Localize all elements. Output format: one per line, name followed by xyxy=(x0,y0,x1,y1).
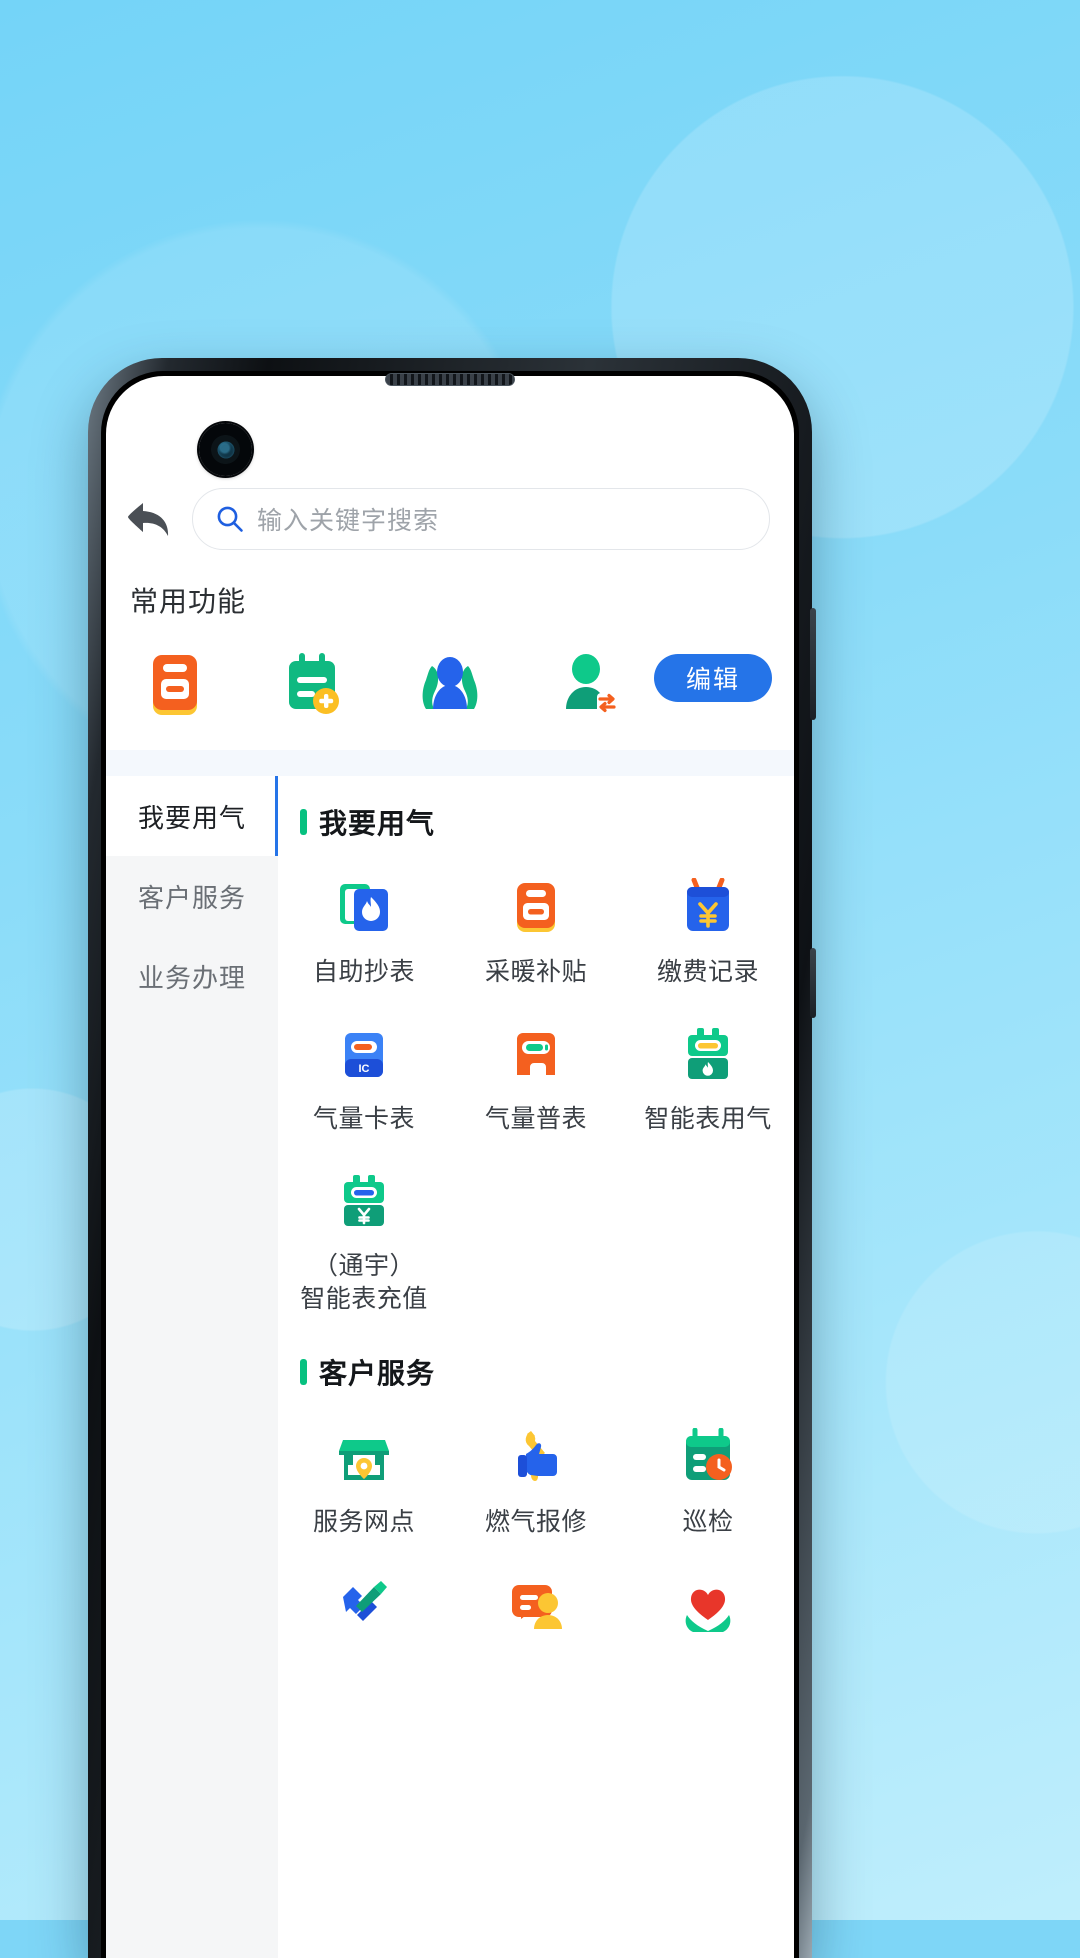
wrench-thumb-icon xyxy=(517,1431,557,1481)
message-user-icon xyxy=(511,1585,562,1629)
grid-spacer xyxy=(622,1146,794,1326)
back-arrow-icon xyxy=(128,503,169,536)
grid-item-label: 巡检 xyxy=(682,1508,734,1536)
section-marker-bar xyxy=(300,809,307,835)
quick-item-transfer[interactable] xyxy=(519,651,657,721)
grid-item-self-meter-reading[interactable]: 自助抄表 xyxy=(278,852,450,999)
section-header-gas: 我要用气 xyxy=(278,776,794,848)
grid-item-label: 服务网点 xyxy=(312,1508,415,1536)
shop-location-icon xyxy=(338,1440,389,1480)
section-divider-band xyxy=(106,750,794,776)
grid-item-care[interactable] xyxy=(622,1549,794,1663)
grid-item-label: 智能表用气 xyxy=(644,1105,772,1133)
front-camera-punch-hole xyxy=(199,423,252,476)
phone-bezel: 输入关键字搜索 常用功能 编辑 我要用气 客户服务 业务办理 我要用气 自助抄表… xyxy=(101,371,799,1958)
meter-orange-icon xyxy=(516,883,555,932)
search-input-box[interactable]: 输入关键字搜索 xyxy=(192,488,770,550)
calendar-clock-icon xyxy=(685,1428,732,1480)
grid-item-label: 气量普表 xyxy=(484,1105,587,1133)
note-add-green-icon xyxy=(289,653,340,714)
grid-gas: 自助抄表 采暖补贴 缴费记录 IC 气量卡表 气量普表 智能表用气 （通宇） 智… xyxy=(278,848,794,1326)
category-body: 我要用气 客户服务 业务办理 我要用气 自助抄表 采暖补贴 缴费记录 IC 气量… xyxy=(106,776,794,1958)
sidebar-item-business[interactable]: 业务办理 xyxy=(106,936,278,1016)
heart-hands-icon xyxy=(685,1589,731,1632)
sidebar-item-gas[interactable]: 我要用气 xyxy=(106,776,278,856)
calendar-yen-icon xyxy=(686,878,729,931)
section-title: 我要用气 xyxy=(319,808,436,839)
section-marker-bar xyxy=(300,1359,307,1385)
ic-card-meter-icon: IC xyxy=(344,1033,383,1077)
people-blue-icon xyxy=(422,657,478,709)
meter-orange-icon xyxy=(152,655,197,715)
grid-item-feedback[interactable] xyxy=(450,1549,622,1663)
search-bar-row: 输入关键字搜索 xyxy=(106,476,794,562)
earpiece-speaker xyxy=(385,373,515,386)
grid-item-label: 气量卡表 xyxy=(312,1105,415,1133)
quick-item-user-group[interactable] xyxy=(381,651,519,721)
grid-item-installation[interactable] xyxy=(278,1549,450,1663)
smart-meter-flame-icon xyxy=(687,1028,728,1079)
grid-item-inspection[interactable]: 巡检 xyxy=(622,1402,794,1549)
phone-device-frame: 输入关键字搜索 常用功能 编辑 我要用气 客户服务 业务办理 我要用气 自助抄表… xyxy=(88,358,816,1958)
search-icon xyxy=(217,506,243,532)
grid-item-standard-meter[interactable]: 气量普表 xyxy=(450,999,622,1146)
section-title: 客户服务 xyxy=(319,1358,436,1389)
gas-card-flame-icon xyxy=(339,884,388,931)
volume-button xyxy=(810,608,816,720)
grid-service: 服务网点 燃气报修 巡检 xyxy=(278,1398,794,1663)
grid-item-label: 自助抄表 xyxy=(312,958,415,986)
grid-item-label: 缴费记录 xyxy=(656,958,759,986)
grid-item-label: 采暖补贴 xyxy=(484,958,587,986)
grid-item-label: 燃气报修 xyxy=(484,1508,587,1536)
grid-spacer xyxy=(450,1146,622,1326)
phone-screen: 输入关键字搜索 常用功能 编辑 我要用气 客户服务 业务办理 我要用气 自助抄表… xyxy=(106,376,794,1958)
category-content: 我要用气 自助抄表 采暖补贴 缴费记录 IC 气量卡表 气量普表 智能表用气 （… xyxy=(278,776,794,1958)
grid-item-ic-card-meter[interactable]: IC 气量卡表 xyxy=(278,999,450,1146)
grid-item-heating-subsidy[interactable]: 采暖补贴 xyxy=(450,852,622,999)
hammer-screwdriver-icon xyxy=(342,1581,387,1621)
common-functions-title: 常用功能 xyxy=(130,586,247,617)
category-sidebar: 我要用气 客户服务 业务办理 xyxy=(106,776,278,1958)
section-header-service: 客户服务 xyxy=(278,1326,794,1398)
grid-item-payment-records[interactable]: 缴费记录 xyxy=(622,852,794,999)
standard-meter-icon xyxy=(516,1033,555,1075)
grid-item-label: （通宇） 智能表充值 xyxy=(300,1252,428,1313)
smart-meter-yen-icon xyxy=(343,1175,384,1226)
power-button xyxy=(810,948,816,1018)
sidebar-item-customer-service[interactable]: 客户服务 xyxy=(106,856,278,936)
grid-item-service-outlets[interactable]: 服务网点 xyxy=(278,1402,450,1549)
grid-item-smart-meter-recharge[interactable]: （通宇） 智能表充值 xyxy=(278,1146,450,1326)
person-transfer-icon xyxy=(565,654,617,713)
svg-text:IC: IC xyxy=(358,1063,369,1075)
search-placeholder-text: 输入关键字搜索 xyxy=(257,507,440,535)
quick-item-new-application[interactable] xyxy=(244,651,382,721)
grid-item-gas-repair[interactable]: 燃气报修 xyxy=(450,1402,622,1549)
quick-item-heating-subsidy[interactable] xyxy=(106,651,244,721)
edit-button[interactable]: 编辑 xyxy=(654,654,772,702)
back-button[interactable] xyxy=(106,476,192,562)
grid-item-smart-meter-gas[interactable]: 智能表用气 xyxy=(622,999,794,1146)
